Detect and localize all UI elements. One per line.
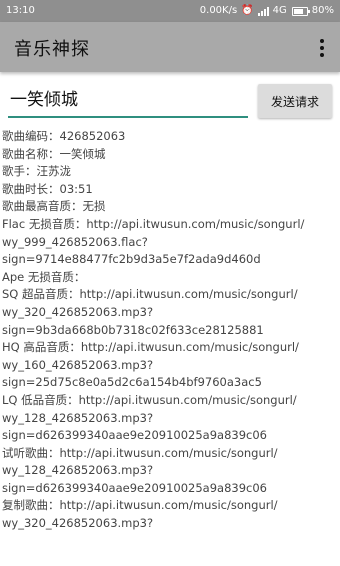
network-type: 4G	[272, 5, 287, 16]
result-line: Flac 无损音质：http://api.itwusun.com/music/s…	[2, 216, 305, 231]
song-name-input[interactable]	[8, 78, 248, 116]
app-title: 音乐神探	[14, 39, 90, 60]
app-bar: 音乐神探	[0, 22, 340, 72]
status-time: 13:10	[6, 5, 35, 16]
result-line: wy_128_426852063.mp3?	[2, 463, 154, 478]
status-indicators: 0.00K/s ⏰ 4G 80%	[200, 0, 334, 22]
result-line: sign=d626399340aae9e20910025a9a839c06	[2, 428, 267, 443]
result-line: 试听歌曲：http://api.itwusun.com/music/songur…	[2, 445, 278, 460]
result-line: Ape 无损音质：	[2, 269, 86, 284]
result-line: sign=9714e88477fc2b9d3a5e7f2ada9d460d	[2, 252, 261, 267]
result-line: sign=25d75c8e0a5d2c6a154b4bf9760a3ac5	[2, 375, 262, 390]
alarm-clock-icon: ⏰	[241, 5, 254, 16]
result-line: 复制歌曲：http://api.itwusun.com/music/songur…	[2, 498, 278, 513]
battery-icon	[291, 6, 310, 16]
result-line: 歌曲时长：03:51	[2, 181, 93, 196]
result-line: sign=9b3da668b0b7318c02f633ce28125881	[2, 322, 264, 337]
network-speed: 0.00K/s	[199, 5, 238, 16]
overflow-menu-icon[interactable]	[314, 37, 330, 59]
status-bar: 13:10 0.00K/s ⏰ 4G 80%	[0, 0, 340, 22]
result-line: 歌曲编码：426852063	[2, 129, 126, 143]
result-line: 歌曲名称：一笑倾城	[2, 146, 106, 161]
battery-percent: 80%	[311, 5, 334, 16]
signal-bars-icon	[257, 6, 269, 16]
send-request-button[interactable]: 发送请求	[258, 84, 332, 118]
result-line: wy_128_426852063.mp3?	[2, 410, 154, 425]
result-line: wy_999_426852063.flac?	[2, 234, 148, 249]
result-line: 歌手：汪苏泷	[2, 164, 71, 179]
result-line: wy_320_426852063.mp3?	[2, 304, 154, 319]
result-line: HQ 高品音质：http://api.itwusun.com/music/son…	[2, 340, 299, 355]
result-line: 歌曲最高音质：无损	[2, 199, 106, 214]
result-line: sign=d626399340aae9e20910025a9a839c06	[2, 480, 267, 495]
song-search-field	[8, 78, 248, 118]
result-line: SQ 超品音质：http://api.itwusun.com/music/son…	[2, 287, 298, 302]
result-text: 歌曲编码：426852063 歌曲名称：一笑倾城 歌手：汪苏泷 歌曲时长：03:…	[2, 128, 338, 533]
result-line: LQ 低品音质：http://api.itwusun.com/music/son…	[2, 392, 297, 407]
result-line: wy_320_426852063.mp3?	[2, 516, 154, 531]
result-line: wy_160_426852063.mp3?	[2, 357, 154, 372]
input-underline	[8, 116, 248, 118]
